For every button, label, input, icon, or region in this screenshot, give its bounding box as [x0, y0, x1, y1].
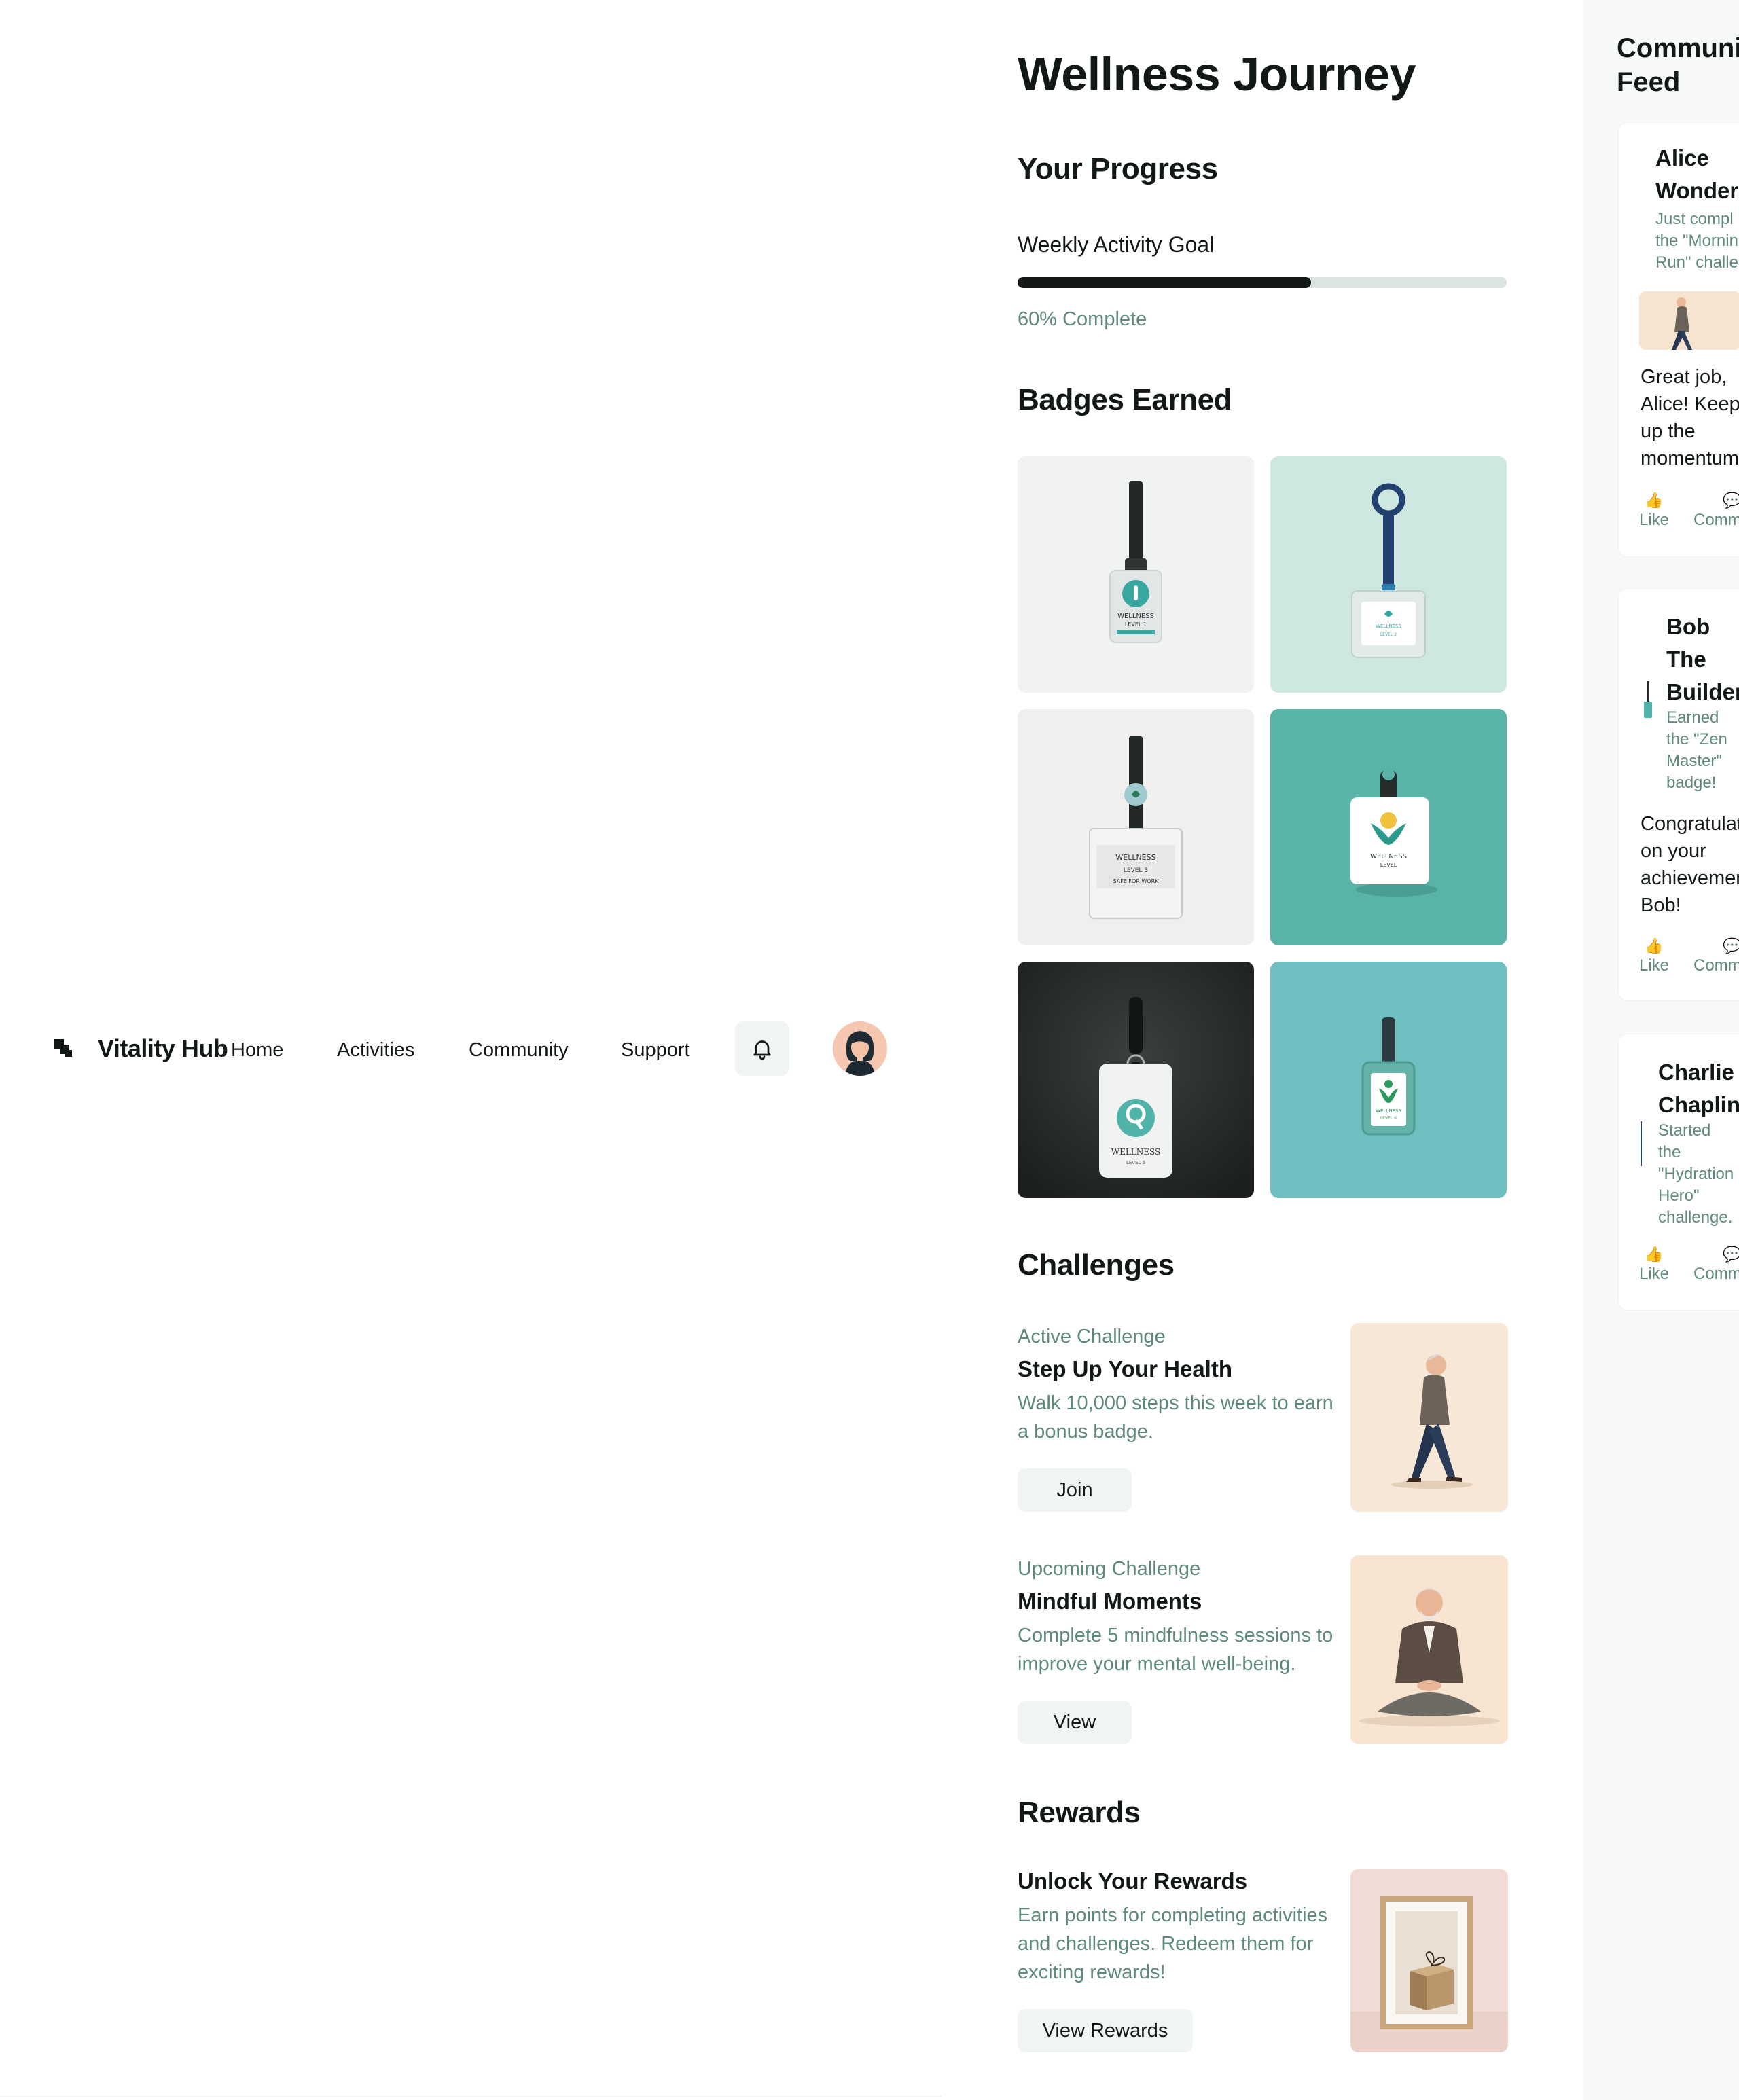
comment-button[interactable]: 💬 Comm	[1693, 1245, 1739, 1284]
comment-button[interactable]: 💬 Comm	[1693, 491, 1739, 530]
rewards-title: Unlock Your Rewards	[1018, 1868, 1248, 1894]
post-activity: Earned the "Zen Master" badge!	[1666, 708, 1727, 792]
nav-activities[interactable]: Activities	[337, 1038, 414, 1062]
badge-text: LEVEL 5	[1126, 1160, 1145, 1165]
nav-community[interactable]: Community	[469, 1038, 569, 1062]
badge-tile[interactable]: WELLNESS LEVEL 6	[1270, 962, 1507, 1198]
badge-text: WELLNESS	[1370, 853, 1407, 861]
post-activity: Just compl the "Mornin Run" challe	[1655, 210, 1738, 272]
like-button[interactable]: 👍 Like	[1639, 1245, 1669, 1284]
badge-tile[interactable]: WELLNESS LEVEL	[1270, 709, 1507, 945]
badge-text: LEVEL	[1380, 862, 1397, 868]
speech-bubble-icon: 💬	[1723, 1246, 1739, 1263]
badge-tile[interactable]: WELLNESS LEVEL 2	[1270, 456, 1507, 693]
rewards-description: Earn points for completing activities an…	[1018, 1904, 1328, 1983]
like-button[interactable]: 👍 Like	[1639, 491, 1669, 530]
feed-post: Bob The Builder Earned the "Zen Master" …	[1618, 588, 1739, 1001]
badge-text: WELLNESS	[1117, 613, 1154, 620]
progress-bar-fill	[1018, 277, 1311, 288]
thumbs-up-icon: 👍	[1645, 492, 1664, 509]
comment-button[interactable]: 💬 Comm	[1693, 937, 1739, 976]
feed-post: Charlie Chaplin Started the "Hydration H…	[1618, 1034, 1739, 1311]
nav-home[interactable]: Home	[231, 1038, 283, 1062]
challenge-status: Upcoming Challenge	[1018, 1558, 1201, 1580]
post-author[interactable]: Bob The Builder	[1666, 611, 1739, 708]
challenge-title: Step Up Your Health	[1018, 1356, 1232, 1381]
feed-title: Communi Feed	[1617, 33, 1739, 97]
progress-heading: Your Progress	[1018, 152, 1218, 185]
post-comment: Congratulat on your achievemen Bob!	[1641, 813, 1739, 916]
feed-post: Alice Wonder Just compl the "Mornin Run"…	[1618, 122, 1739, 557]
post-author[interactable]: Charlie Chaplin	[1658, 1056, 1739, 1121]
badge-text: LEVEL 1	[1125, 621, 1147, 628]
rewards-image-gift	[1350, 1869, 1508, 2052]
post-activity: Started the "Hydration Hero" challenge.	[1658, 1121, 1734, 1227]
badge-text: LEVEL 3	[1124, 867, 1148, 874]
thumbs-up-icon: 👍	[1645, 937, 1664, 954]
rewards-heading: Rewards	[1018, 1796, 1141, 1829]
post-image	[1639, 1115, 1643, 1173]
badge-text: WELLNESS	[1115, 853, 1155, 862]
badge-text: WELLNESS	[1376, 1108, 1401, 1114]
badge-tile[interactable]: WELLNESS LEVEL 1	[1018, 456, 1254, 693]
view-rewards-button[interactable]: View Rewards	[1018, 2009, 1193, 2052]
badge-text: SAFE FOR WORK	[1113, 878, 1160, 884]
post-author[interactable]: Alice Wonder	[1655, 142, 1738, 207]
join-challenge-button[interactable]: Join	[1018, 1468, 1132, 1512]
badge-tile[interactable]: WELLNESS LEVEL 3 SAFE FOR WORK	[1018, 709, 1254, 945]
challenge-title: Mindful Moments	[1018, 1589, 1202, 1614]
nav-support[interactable]: Support	[621, 1038, 690, 1062]
post-comment: Great job, Alice! Keep up the momentum!	[1641, 366, 1739, 469]
challenges-heading: Challenges	[1018, 1248, 1175, 1282]
post-image	[1639, 291, 1739, 350]
logo-icon	[54, 1039, 72, 1057]
progress-percent-text: 60% Complete	[1018, 308, 1147, 330]
community-feed-panel: Communi Feed Alice Wonder Just compl the…	[1583, 0, 1739, 2100]
divider	[0, 2096, 942, 2097]
bell-icon	[753, 1040, 771, 1060]
like-button[interactable]: 👍 Like	[1639, 937, 1669, 976]
badge-tile[interactable]: WELLNESS LEVEL 5	[1018, 962, 1254, 1198]
speech-bubble-icon: 💬	[1723, 937, 1739, 954]
challenge-image-meditation	[1350, 1555, 1508, 1744]
post-image	[1643, 681, 1653, 723]
user-avatar[interactable]	[833, 1021, 887, 1076]
brand-name[interactable]: Vitality Hub	[98, 1034, 228, 1064]
badge-text: WELLNESS	[1376, 623, 1401, 629]
thumbs-up-icon: 👍	[1645, 1246, 1664, 1263]
weekly-goal-label: Weekly Activity Goal	[1018, 232, 1215, 257]
badge-text: LEVEL 6	[1380, 1116, 1397, 1121]
badges-heading: Badges Earned	[1018, 383, 1232, 416]
progress-bar	[1018, 277, 1507, 288]
challenge-description: Walk 10,000 steps this week to earn a bo…	[1018, 1392, 1333, 1443]
badge-text: LEVEL 2	[1380, 632, 1397, 637]
challenge-status: Active Challenge	[1018, 1326, 1166, 1347]
challenge-description: Complete 5 mindfulness sessions to impro…	[1018, 1625, 1333, 1675]
page-title: Wellness Journey	[1018, 48, 1416, 101]
speech-bubble-icon: 💬	[1723, 492, 1739, 509]
top-nav-bar: Vitality Hub Home Activities Community S…	[54, 1021, 887, 1076]
notifications-button[interactable]	[735, 1021, 789, 1076]
challenge-image-walking	[1350, 1323, 1508, 1512]
badge-text: WELLNESS	[1111, 1147, 1161, 1157]
view-challenge-button[interactable]: View	[1018, 1701, 1132, 1744]
